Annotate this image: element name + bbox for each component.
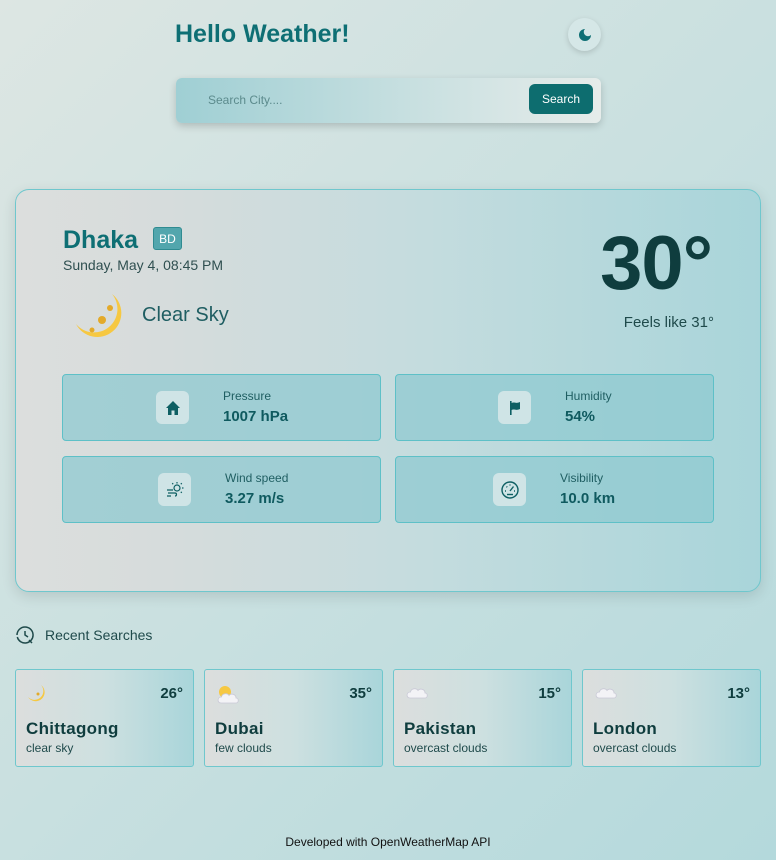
current-temperature: 30° <box>600 221 713 306</box>
cloud-icon <box>593 683 619 706</box>
crescent-moon-icon <box>72 290 128 347</box>
recent-searches-title: Recent Searches <box>45 627 153 643</box>
theme-toggle-button[interactable] <box>568 18 601 51</box>
recent-temp: 35° <box>349 685 372 702</box>
weather-condition: Clear Sky <box>142 304 229 326</box>
stat-visibility: Visibility 10.0 km <box>395 456 714 523</box>
recent-temp: 13° <box>727 685 750 702</box>
recent-city: London <box>593 719 658 738</box>
recent-temp: 15° <box>538 685 561 702</box>
recent-card[interactable]: 35° Dubai few clouds <box>204 669 383 767</box>
recent-city: Pakistan <box>404 719 477 738</box>
stat-label: Pressure <box>223 389 272 403</box>
home-icon <box>156 391 189 424</box>
stat-value: 10.0 km <box>560 490 616 507</box>
stat-label: Humidity <box>565 389 612 403</box>
sun-cloud-icon <box>215 683 241 710</box>
search-input[interactable] <box>198 88 498 112</box>
date-time: Sunday, May 4, 08:45 PM <box>63 257 224 273</box>
wind-sun-icon <box>158 473 191 506</box>
header: Hello Weather! <box>175 18 603 52</box>
app-title: Hello Weather! <box>175 20 350 48</box>
moon-theme-icon <box>578 28 591 41</box>
cloud-icon <box>404 683 430 706</box>
recent-card[interactable]: 15° Pakistan overcast clouds <box>393 669 572 767</box>
crescent-moon-icon <box>26 683 48 708</box>
stat-humidity: Humidity 54% <box>395 374 714 441</box>
stat-value: 3.27 m/s <box>225 490 285 507</box>
recent-desc: overcast clouds <box>593 741 677 755</box>
history-icon <box>16 626 34 644</box>
stat-label: Visibility <box>560 471 604 485</box>
recent-desc: few clouds <box>215 741 272 755</box>
recent-city: Dubai <box>215 719 264 738</box>
recent-card[interactable]: 13° London overcast clouds <box>582 669 761 767</box>
search-button[interactable]: Search <box>529 84 593 114</box>
recent-searches-header: Recent Searches <box>15 624 215 646</box>
recent-card[interactable]: 26° Chittagong clear sky <box>15 669 194 767</box>
recent-desc: clear sky <box>26 741 74 755</box>
flag-icon <box>498 391 531 424</box>
footer-credit: Developed with OpenWeatherMap API <box>285 835 491 849</box>
country-badge: BD <box>153 227 182 250</box>
recent-temp: 26° <box>160 685 183 702</box>
stat-value: 1007 hPa <box>223 408 289 425</box>
stat-value: 54% <box>565 408 596 425</box>
stat-label: Wind speed <box>225 471 289 485</box>
stat-wind-speed: Wind speed 3.27 m/s <box>62 456 381 523</box>
recent-city: Chittagong <box>26 719 119 738</box>
city-name: Dhaka <box>63 226 139 254</box>
recent-desc: overcast clouds <box>404 741 488 755</box>
search-bar: Search <box>176 78 601 123</box>
feels-like: Feels like 31° <box>623 314 714 331</box>
gauge-icon <box>493 473 526 506</box>
current-weather-card: Dhaka BD Sunday, May 4, 08:45 PM Clear S… <box>15 189 761 592</box>
stat-pressure: Pressure 1007 hPa <box>62 374 381 441</box>
